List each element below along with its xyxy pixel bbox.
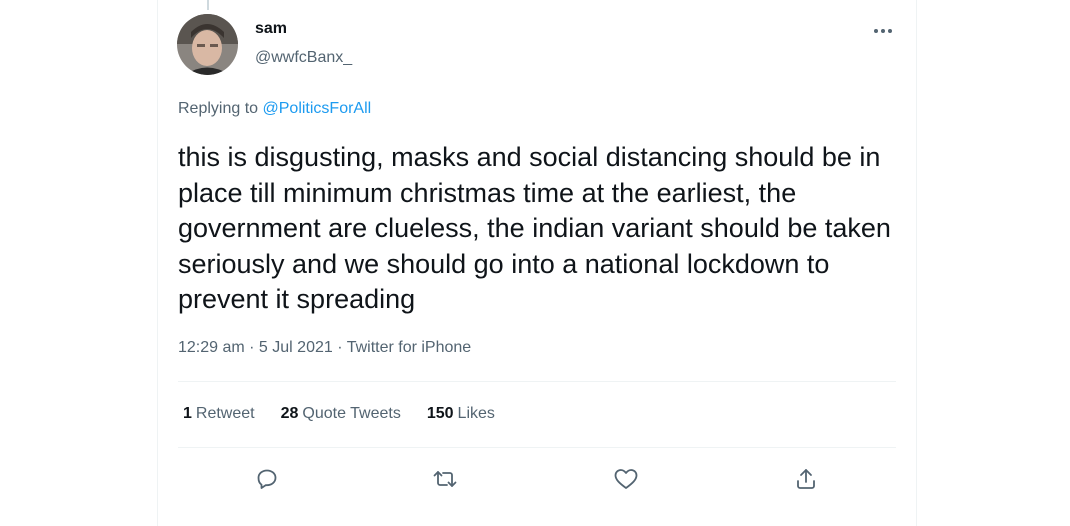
replying-to: Replying to @PoliticsForAll — [178, 100, 371, 118]
quote-tweets-stat[interactable]: 28 Quote Tweets — [281, 405, 401, 423]
tweet-text: this is disgusting, masks and social dis… — [178, 142, 891, 314]
divider-bottom — [178, 447, 896, 448]
likes-stat[interactable]: 150 Likes — [427, 405, 495, 423]
likes-label: Likes — [457, 405, 495, 422]
share-icon[interactable] — [789, 462, 823, 496]
avatar[interactable] — [177, 14, 238, 75]
like-icon[interactable] — [609, 462, 643, 496]
replying-prefix: Replying to — [178, 100, 259, 117]
retweets-label: Retweet — [195, 405, 255, 422]
quotes-label: Quote Tweets — [302, 405, 401, 422]
reply-icon[interactable] — [250, 462, 284, 496]
tweet-timestamp[interactable]: 12:29 am · 5 Jul 2021 · Twitter for iPho… — [178, 339, 471, 357]
divider-top — [178, 381, 896, 382]
retweet-icon[interactable] — [428, 462, 462, 496]
username-handle[interactable]: @wwfcBanx_ — [255, 49, 352, 67]
quotes-count: 28 — [280, 405, 299, 422]
retweets-count: 1 — [183, 405, 192, 422]
thread-connector-line — [207, 0, 209, 10]
more-options-icon[interactable] — [869, 17, 897, 45]
display-name[interactable]: sam — [255, 20, 287, 38]
replying-to-link[interactable]: @PoliticsForAll — [263, 100, 372, 117]
likes-count: 150 — [426, 405, 454, 422]
retweets-stat[interactable]: 1 Retweet — [183, 405, 255, 423]
tweet-stats: 1 Retweet 28 Quote Tweets 150 Likes — [183, 405, 495, 423]
